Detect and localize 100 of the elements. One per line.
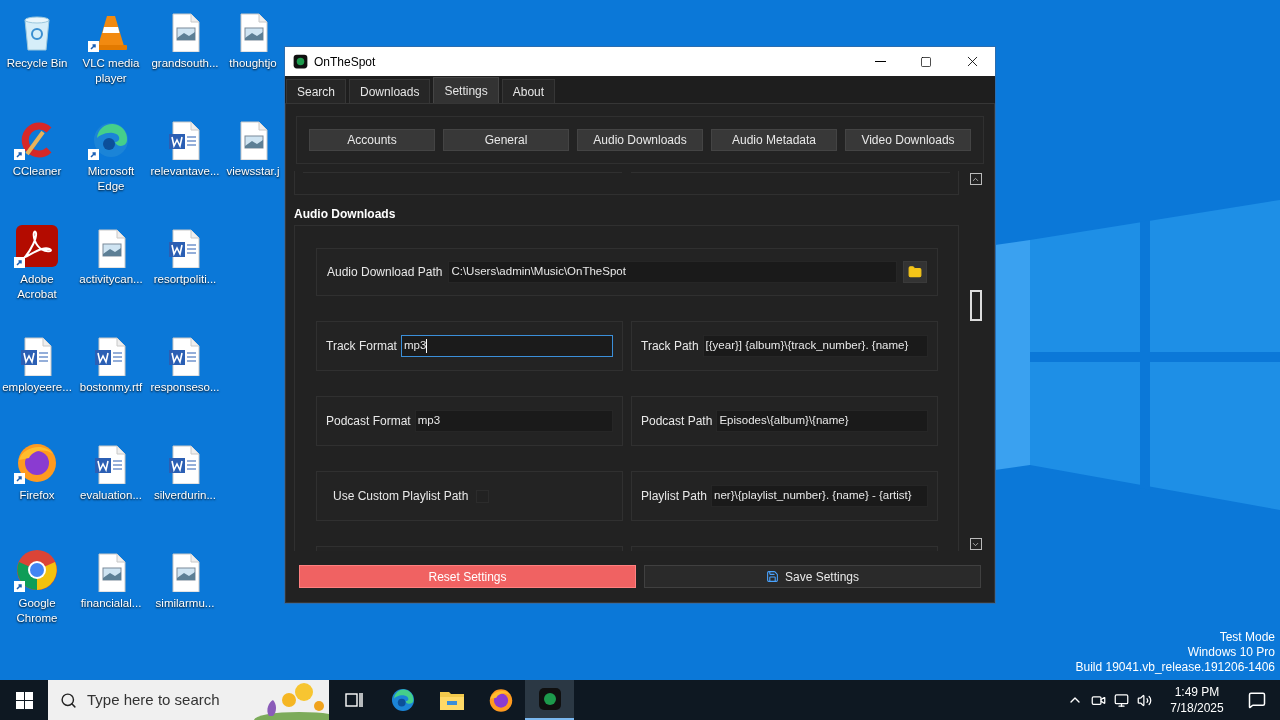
- text-field[interactable]: [{year}] {album}\{track_number}. {name}: [702, 335, 928, 357]
- text-field[interactable]: Episodes\{album}\{name}: [716, 410, 928, 432]
- desktop-icon-label: responseso...: [149, 380, 221, 395]
- section-heading: Audio Downloads: [294, 206, 397, 223]
- desktop-icon-label: activitycan...: [78, 272, 144, 287]
- desktop-icon[interactable]: evaluation...: [74, 438, 148, 503]
- desktop-icon-label: resortpoliti...: [152, 272, 218, 287]
- browse-folder-button[interactable]: [903, 261, 927, 283]
- desktop-icon-label: employeere...: [1, 380, 73, 395]
- clock[interactable]: 1:49 PM 7/18/2025: [1160, 684, 1234, 716]
- desktop-icon[interactable]: relevantave...: [148, 114, 222, 179]
- volume-icon[interactable]: [1137, 692, 1152, 708]
- desktop-icon[interactable]: Adobe Acrobat: [0, 222, 74, 302]
- maximize-icon: [920, 55, 932, 68]
- scroll-up-button[interactable]: [969, 173, 982, 185]
- acrobat-icon: [15, 224, 59, 268]
- desktop-icon-label: silverdurin...: [153, 488, 217, 503]
- desktop-icon[interactable]: responseso...: [148, 330, 222, 395]
- text-field[interactable]: ner}\{playlist_number}. {name} - {artist}: [711, 485, 928, 507]
- desktop-icon-label: bostonmy.rtf: [78, 380, 144, 395]
- chrome-icon: [15, 548, 59, 592]
- reset-settings-button[interactable]: Reset Settings: [299, 565, 636, 588]
- desktop-icon[interactable]: Recycle Bin: [0, 6, 74, 71]
- desktop-icon-label: evaluation...: [79, 488, 143, 503]
- desktop-icon-label: Google Chrome: [15, 596, 59, 626]
- desktop-icon[interactable]: silverdurin...: [148, 438, 222, 503]
- save-icon: [765, 570, 779, 583]
- os-notice-text: Windows 10 Pro: [1187, 645, 1275, 660]
- desktop-icon[interactable]: employeere...: [0, 330, 74, 395]
- edge-browser-icon: [91, 120, 131, 160]
- tab[interactable]: Settings: [433, 77, 499, 103]
- desktop-icon-label: financialal...: [79, 596, 143, 611]
- setting-label: Track Path: [641, 338, 699, 355]
- taskbar-app-button[interactable]: [525, 680, 574, 720]
- search-placeholder: Type here to search: [87, 689, 220, 710]
- desktop-icon-label: relevantave...: [149, 164, 221, 179]
- desktop-icon-label: thoughtjo: [228, 56, 278, 71]
- desktop-icon[interactable]: similarmu...: [148, 546, 222, 611]
- text-field[interactable]: mp3: [400, 335, 613, 357]
- desktop-icon[interactable]: VLC media player: [74, 6, 148, 86]
- desktop-icon[interactable]: thoughtjo: [222, 6, 284, 71]
- onthespot-app-icon: [293, 54, 308, 69]
- task-view-icon: [343, 690, 364, 710]
- desktop-icon-label: CCleaner: [11, 164, 63, 179]
- desktop-icon[interactable]: Google Chrome: [0, 546, 74, 626]
- edge-browser-icon: [389, 687, 416, 713]
- clock-time: 1:49 PM: [1174, 684, 1220, 700]
- scroll-down-button[interactable]: [969, 538, 982, 550]
- scroll-thumb[interactable]: [969, 290, 982, 321]
- tab[interactable]: About: [501, 79, 556, 103]
- section-button[interactable]: Audio Downloads: [577, 129, 703, 151]
- desktop-icon[interactable]: Microsoft Edge: [74, 114, 148, 194]
- desktop-icon[interactable]: viewsstar.j: [222, 114, 284, 179]
- shortcut-arrow-icon: [88, 41, 99, 52]
- scrollbar[interactable]: [969, 171, 982, 551]
- setting-label: Use Custom Playlist Path: [333, 488, 469, 505]
- desktop-icon-label: viewsstar.j: [225, 164, 281, 179]
- desktop-icon-label: similarmu...: [154, 596, 216, 611]
- desktop-icon-label: Microsoft Edge: [86, 164, 136, 194]
- save-settings-button[interactable]: Save Settings: [644, 565, 981, 588]
- firefox-icon: [487, 687, 514, 713]
- clock-date: 7/18/2025: [1170, 700, 1224, 716]
- desktop-icon[interactable]: financialal...: [74, 546, 148, 611]
- onthespot-app-icon: [537, 687, 562, 711]
- section-button[interactable]: Video Downloads: [845, 129, 971, 151]
- section-button[interactable]: Audio Metadata: [711, 129, 837, 151]
- desktop-icon[interactable]: grandsouth...: [148, 6, 222, 71]
- section-button[interactable]: General: [443, 129, 569, 151]
- setting-label: Audio Download Path: [327, 264, 443, 281]
- desktop-icon-label: Recycle Bin: [5, 56, 69, 71]
- shortcut-arrow-icon: [14, 581, 25, 592]
- windows-logo-icon: [15, 691, 33, 709]
- shortcut-arrow-icon: [88, 149, 99, 160]
- folder-icon: [908, 265, 922, 279]
- desktop-icon[interactable]: Firefox: [0, 438, 74, 503]
- text-field[interactable]: C:\Users\admin\Music\OnTheSpot: [448, 261, 897, 283]
- tab[interactable]: Search: [286, 79, 347, 103]
- desktop-icon-label: Firefox: [18, 488, 56, 503]
- setting-label: Track Format: [326, 338, 397, 355]
- setting-label: Podcast Path: [641, 413, 713, 430]
- os-notice-text: Build 19041.vb_release.191206-1406: [1075, 660, 1275, 675]
- folder-icon: [438, 689, 465, 711]
- network-icon[interactable]: [1114, 692, 1129, 708]
- os-notice-text: Test Mode: [1219, 630, 1275, 645]
- desktop-icon[interactable]: resortpoliti...: [148, 222, 222, 287]
- desktop-icon[interactable]: activitycan...: [74, 222, 148, 287]
- search-icon: [60, 691, 77, 709]
- desktop-icon-label: grandsouth...: [150, 56, 220, 71]
- desktop-icon[interactable]: bostonmy.rtf: [74, 330, 148, 395]
- setting-label: Playlist Path: [641, 488, 708, 505]
- minimize-icon: [874, 61, 886, 62]
- search-field[interactable]: Type here to search: [48, 680, 329, 720]
- desktop-icon[interactable]: CCleaner: [0, 114, 74, 179]
- tab[interactable]: Downloads: [349, 79, 431, 103]
- notifications-icon[interactable]: [1248, 691, 1266, 709]
- desktop-icon-label: Adobe Acrobat: [16, 272, 58, 302]
- shortcut-arrow-icon: [14, 473, 25, 484]
- section-button[interactable]: Accounts: [309, 129, 435, 151]
- text-field[interactable]: mp3: [414, 410, 613, 432]
- desktop-icon-label: VLC media player: [81, 56, 141, 86]
